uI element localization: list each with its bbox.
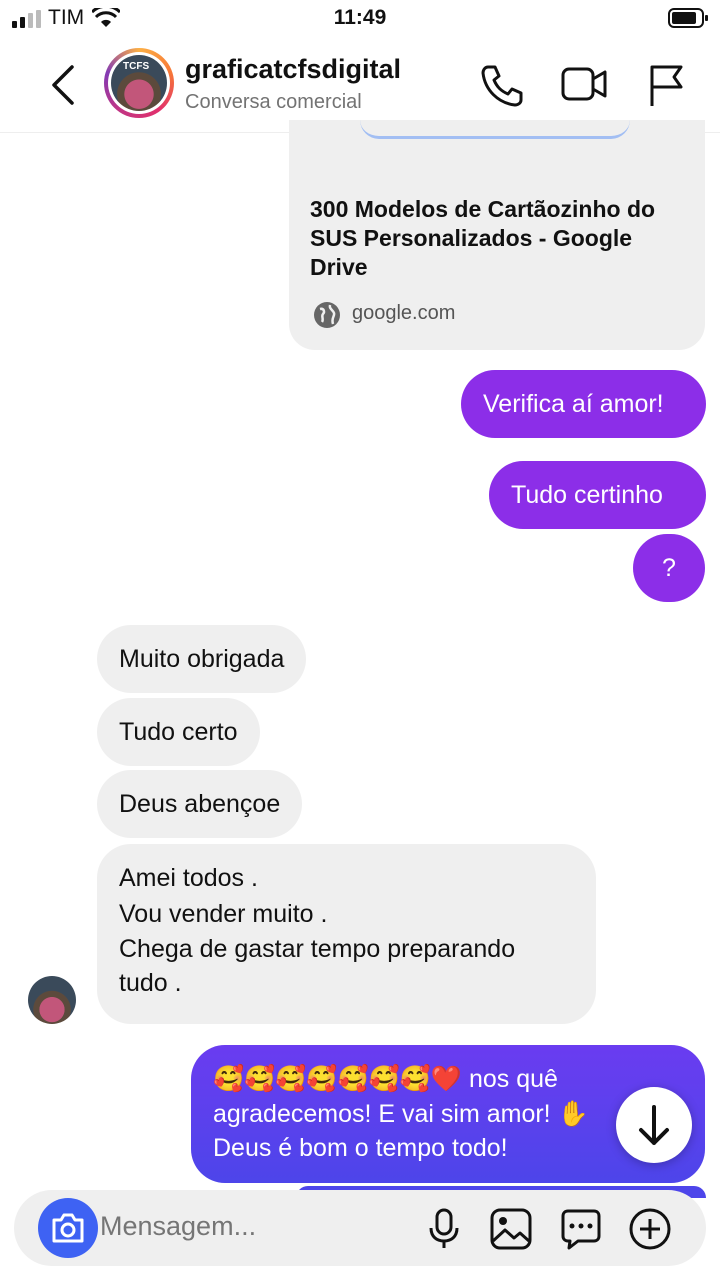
message-incoming[interactable]: Tudo certo — [97, 698, 260, 766]
chat-username[interactable]: graficatcfsdigital — [185, 54, 401, 85]
message-line: nos quê — [462, 1065, 558, 1093]
emoji-row: 🥰🥰🥰🥰🥰🥰🥰❤️ — [213, 1065, 463, 1093]
status-bar: TIM 11:49 — [0, 0, 720, 40]
camera-icon — [52, 1213, 84, 1243]
chat-subtitle: Conversa comercial — [185, 91, 362, 113]
message-incoming-multiline[interactable]: Amei todos . Vou vender muito . Chega de… — [97, 844, 596, 1024]
sticker-icon[interactable] — [560, 1208, 602, 1250]
camera-button[interactable] — [38, 1198, 98, 1258]
message-line: Vou vender muito . — [119, 900, 328, 928]
link-preview-domain: google.com — [352, 302, 456, 324]
message-line: Chega de gastar tempo preparando — [119, 935, 516, 963]
phone-icon[interactable] — [478, 62, 524, 108]
link-preview-image-edge — [360, 120, 630, 139]
message-outgoing[interactable]: Verifica aí amor! — [461, 370, 706, 438]
message-line: Deus é bom o tempo todo! — [213, 1134, 508, 1162]
plus-icon[interactable] — [628, 1207, 672, 1251]
gallery-icon[interactable] — [490, 1208, 532, 1250]
scroll-to-bottom-button[interactable] — [616, 1087, 692, 1163]
message-input[interactable] — [98, 1210, 402, 1243]
back-icon[interactable] — [48, 64, 78, 106]
message-line: Amei todos . — [119, 864, 258, 892]
mic-icon[interactable] — [428, 1208, 460, 1250]
avatar-logo-text: TCFS — [123, 61, 150, 72]
message-incoming[interactable]: Muito obrigada — [97, 625, 307, 693]
message-line: tudo . — [119, 969, 182, 997]
flag-icon[interactable] — [646, 62, 686, 108]
avatar[interactable]: TCFS — [104, 48, 174, 118]
message-line: agradecemos! E vai sim amor! ✋ — [213, 1100, 589, 1128]
link-preview-title[interactable]: 300 Modelos de Cartãozinho do SUS Person… — [310, 195, 695, 282]
sender-avatar[interactable] — [28, 976, 76, 1024]
message-outgoing[interactable]: Tudo certinho — [489, 461, 706, 529]
clock: 11:49 — [333, 6, 387, 29]
message-incoming[interactable]: Deus abençoe — [97, 770, 303, 838]
video-icon[interactable] — [560, 64, 608, 104]
arrow-down-icon — [639, 1105, 669, 1145]
globe-icon — [314, 302, 340, 328]
message-outgoing[interactable]: ? — [633, 534, 705, 602]
message-composer — [14, 1190, 706, 1266]
battery-icon — [668, 8, 708, 28]
